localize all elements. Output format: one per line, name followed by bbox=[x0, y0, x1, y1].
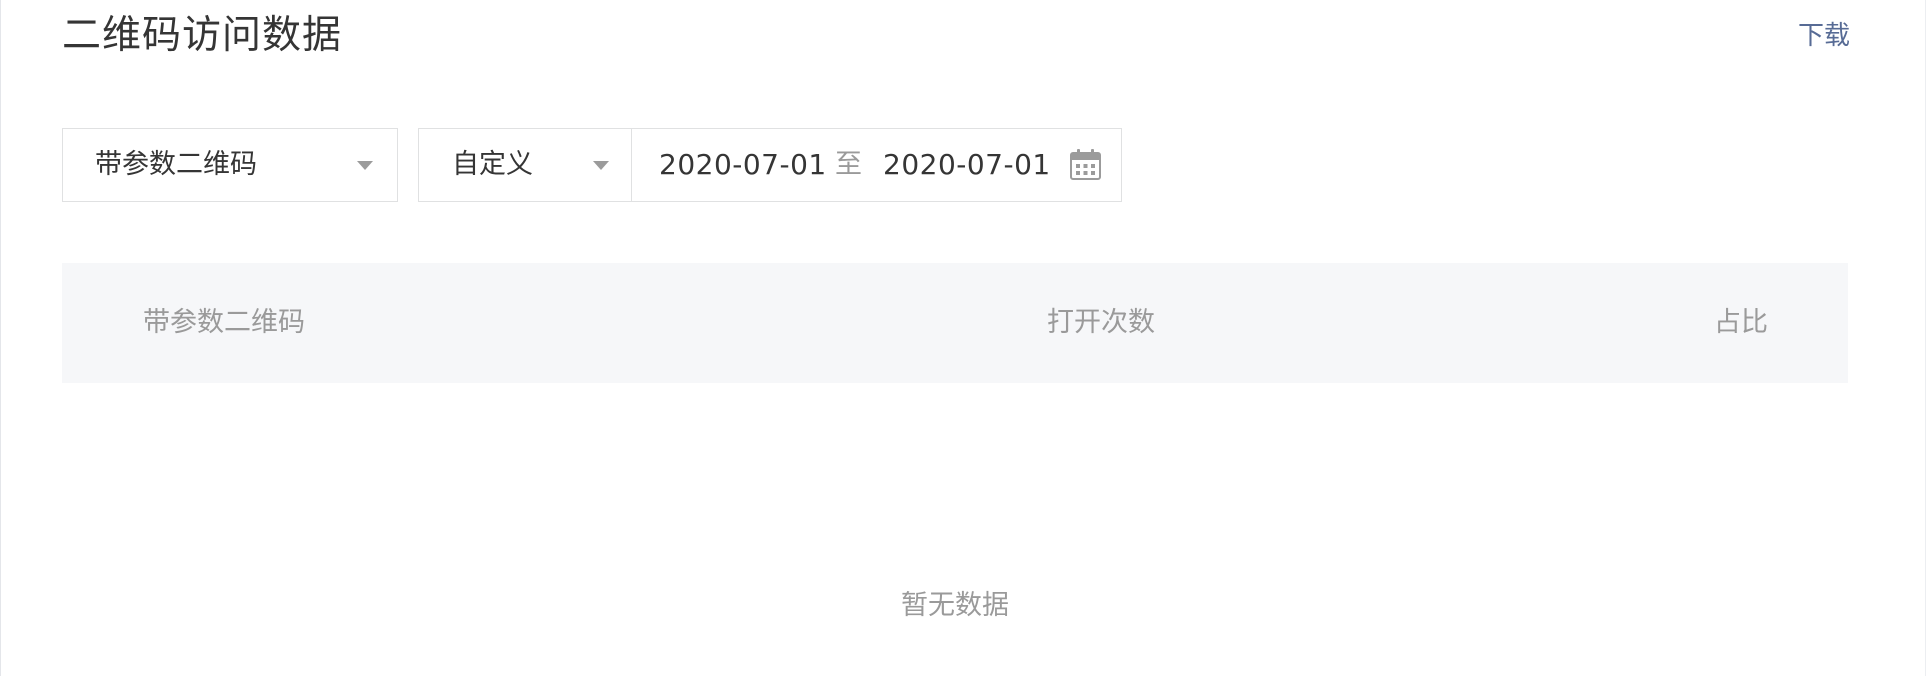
column-header-ratio: 占比 bbox=[1714, 307, 1768, 338]
page-title: 二维码访问数据 bbox=[62, 13, 343, 58]
date-range-picker[interactable]: 2020-07-01 至 2020-07-01 bbox=[631, 128, 1122, 202]
date-range-type-value: 自定义 bbox=[452, 149, 533, 180]
qr-type-select[interactable]: 带参数二维码 bbox=[62, 128, 398, 202]
qr-visit-data-panel: 二维码访问数据 下载 带参数二维码 自定义 2020-07-01 至 2020-… bbox=[0, 0, 1926, 676]
column-header-qr-code: 带参数二维码 bbox=[143, 307, 305, 338]
date-range-separator: 至 bbox=[835, 149, 862, 180]
date-range-type-select[interactable]: 自定义 bbox=[418, 128, 632, 202]
calendar-icon[interactable] bbox=[1069, 148, 1102, 181]
start-date[interactable]: 2020-07-01 bbox=[659, 129, 827, 201]
table-header: 带参数二维码 打开次数 占比 bbox=[62, 263, 1848, 383]
end-date[interactable]: 2020-07-01 bbox=[883, 129, 1051, 201]
qr-type-select-value: 带参数二维码 bbox=[95, 149, 257, 180]
download-link[interactable]: 下载 bbox=[1798, 18, 1850, 54]
empty-state-text: 暂无数据 bbox=[901, 590, 1009, 621]
column-header-open-count: 打开次数 bbox=[1047, 307, 1155, 338]
chevron-down-icon bbox=[593, 161, 609, 170]
chevron-down-icon bbox=[357, 161, 373, 170]
left-divider bbox=[0, 0, 1, 676]
